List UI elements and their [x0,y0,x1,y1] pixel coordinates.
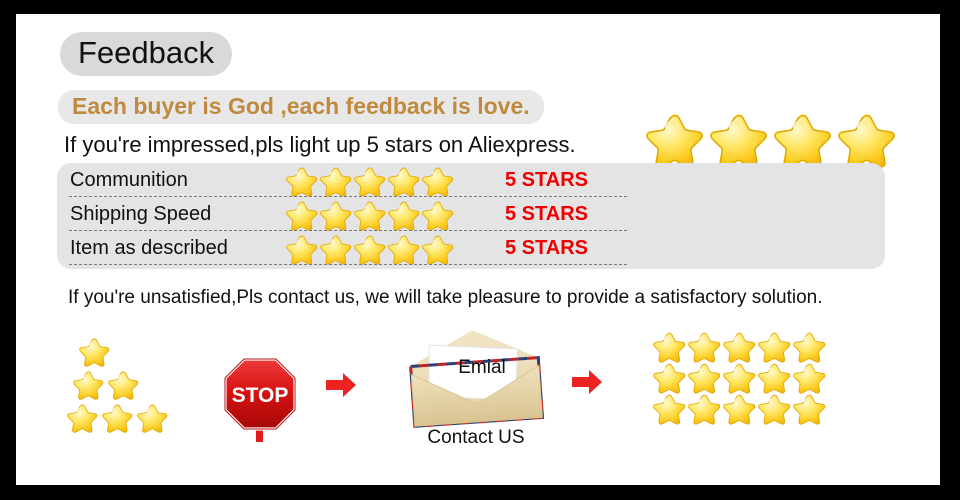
arrow-right-icon [324,370,358,400]
table-row: Shipping Speed 5 STARS [57,197,885,231]
star-icon [353,165,387,199]
star-icon [687,361,722,392]
star-icon [687,330,722,361]
star-icon [421,233,455,267]
star-icon [722,361,757,392]
rating-row-value: 5 STARS [505,237,588,259]
rating-row-label: Item as described [70,237,228,259]
staircase-row [66,402,196,435]
contact-flow: STOP Emial Contact US [16,314,940,454]
impressed-instruction-text: If you're impressed,pls light up 5 stars… [64,132,576,157]
staircase-row [78,336,196,369]
star-icon [78,336,111,369]
star-icon [757,330,792,361]
rating-row-stars [285,233,455,267]
star-icon [687,392,722,423]
rating-row-stars [285,165,455,199]
star-icon [792,392,827,423]
contact-envelope: Emial Contact US [396,326,556,451]
staircase-row [72,369,196,402]
star-icon [285,165,319,199]
stop-sign-label: STOP [232,384,289,407]
staircase-star-cluster [66,336,196,436]
unsatisfied-instruction-text: If you're unsatisfied,Pls contact us, we… [68,287,823,308]
row-divider [69,264,627,265]
rating-row-value: 5 STARS [505,203,588,225]
table-row: Communition 5 STARS [57,163,885,197]
star-grid-row [652,330,832,361]
envelope-icon: Emial [409,330,545,428]
star-icon [107,369,140,402]
star-icon [757,392,792,423]
star-icon [353,233,387,267]
contact-us-label: Contact US [427,427,525,448]
stop-sign-icon: STOP [218,352,302,444]
star-icon [387,233,421,267]
star-icon [792,330,827,361]
star-icon [353,199,387,233]
star-icon [72,369,105,402]
rating-row-label: Communition [70,169,188,191]
outer-frame: Feedback Each buyer is God ,each feedbac… [0,0,960,500]
star-icon [652,361,687,392]
star-grid-row [652,361,832,392]
star-icon [652,392,687,423]
rating-row-value: 5 STARS [505,169,588,191]
star-icon [792,361,827,392]
star-grid [652,330,832,423]
star-icon [101,402,134,435]
feedback-banner: Feedback Each buyer is God ,each feedbac… [16,14,940,485]
arrow-right-icon [570,367,604,397]
star-icon [421,165,455,199]
star-icon [319,199,353,233]
star-icon [757,361,792,392]
star-icon [387,165,421,199]
star-icon [285,199,319,233]
star-icon [421,199,455,233]
star-icon [722,392,757,423]
star-icon [319,165,353,199]
star-icon [136,402,169,435]
ratings-panel: Communition 5 STARS Shipping Speed 5 STA… [57,163,885,269]
rating-row-label: Shipping Speed [70,203,212,225]
star-icon [722,330,757,361]
table-row: Item as described 5 STARS [57,231,885,265]
rating-row-stars [285,199,455,233]
envelope-inner-label: Emial [458,357,506,378]
star-grid-row [652,392,832,423]
star-icon [66,402,99,435]
star-icon [319,233,353,267]
tagline-text: Each buyer is God ,each feedback is love… [58,90,544,124]
star-icon [285,233,319,267]
star-icon [652,330,687,361]
page-title: Feedback [60,32,233,76]
star-icon [387,199,421,233]
